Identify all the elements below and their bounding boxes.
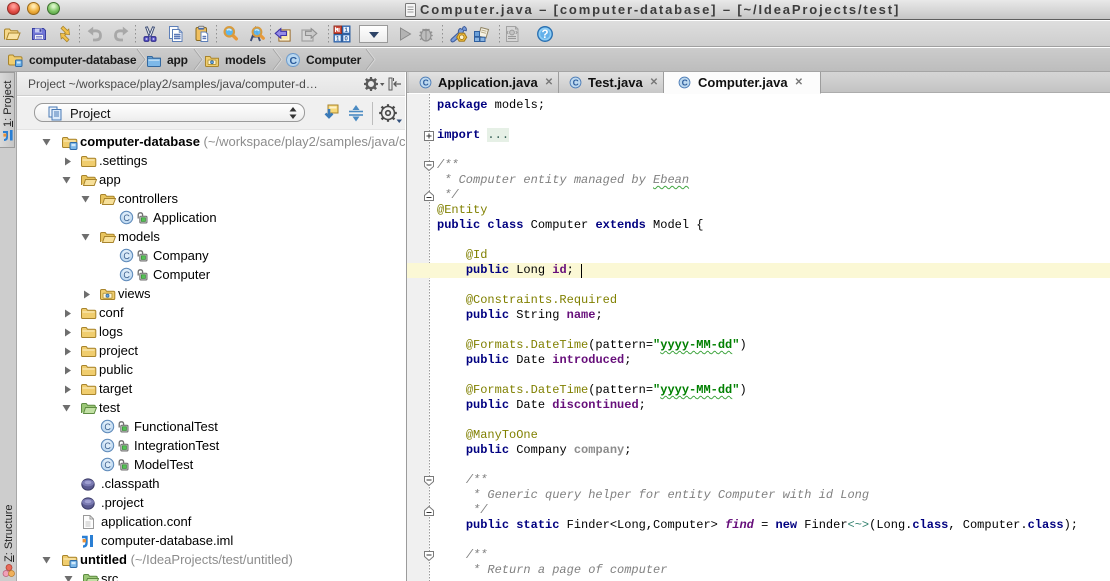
svg-text:C: C xyxy=(104,460,111,470)
svg-text:C: C xyxy=(123,213,130,223)
svg-text:C: C xyxy=(104,422,111,432)
svg-text:C: C xyxy=(682,79,688,88)
svg-text:C: C xyxy=(423,79,429,88)
svg-text:?: ? xyxy=(541,29,548,41)
svg-text:C: C xyxy=(123,270,130,280)
svg-text:C: C xyxy=(290,55,298,67)
svg-text:C: C xyxy=(104,441,111,451)
svg-text:C: C xyxy=(123,251,130,261)
svg-text:C: C xyxy=(573,79,579,88)
